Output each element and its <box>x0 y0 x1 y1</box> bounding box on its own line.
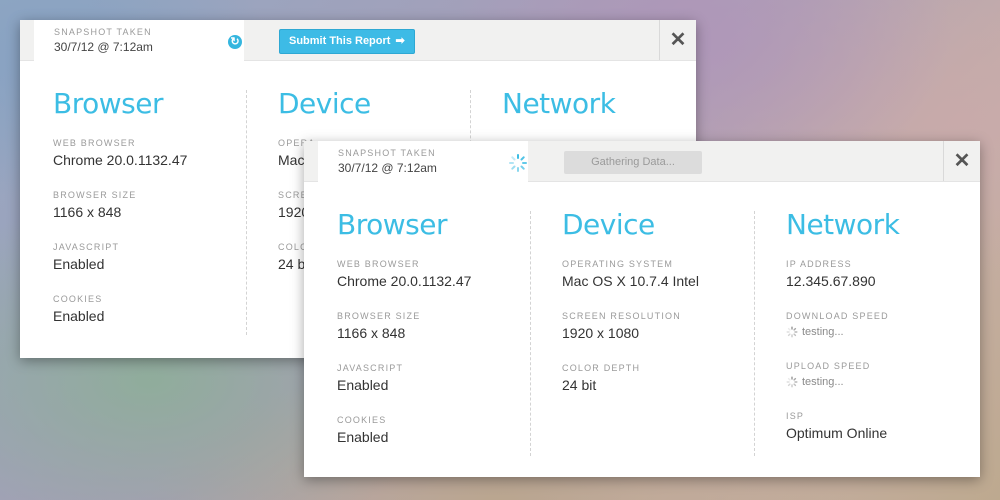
arrow-right-icon: ➡ <box>395 35 405 47</box>
field-value: Enabled <box>53 256 105 272</box>
field-label: WEB BROWSER <box>53 138 136 148</box>
submit-report-button[interactable]: Submit This Report ➡ <box>279 29 415 54</box>
field-browser-size: BROWSER SIZE 1166 x 848 <box>337 311 527 343</box>
field-screen-resolution: SCREEN RESOLUTION 1920 x 1080 <box>562 311 757 343</box>
field-value: Enabled <box>337 377 389 393</box>
field-color-depth: COLOR DEPTH 24 bit <box>562 363 757 395</box>
field-value: Enabled <box>337 429 389 445</box>
field-javascript: JAVASCRIPT Enabled <box>53 242 243 274</box>
field-value: Optimum Online <box>786 425 888 441</box>
spinner-icon <box>786 326 798 338</box>
field-value: 12.345.67.890 <box>786 273 876 289</box>
field-web-browser: WEB BROWSER Chrome 20.0.1132.47 <box>53 138 243 170</box>
field-label: IP ADDRESS <box>786 259 852 269</box>
field-upload-speed: UPLOAD SPEED testing... <box>786 361 981 391</box>
field-label: SCREEN RESOLUTION <box>562 311 681 321</box>
field-label: BROWSER SIZE <box>337 311 421 321</box>
upload-testing: testing... <box>786 373 981 391</box>
field-label: COOKIES <box>337 415 387 425</box>
download-testing: testing... <box>786 323 981 341</box>
submit-report-label: Submit This Report <box>289 35 391 47</box>
field-download-speed: DOWNLOAD SPEED testing... <box>786 311 981 341</box>
field-ip-address: IP ADDRESS 12.345.67.890 <box>786 259 981 291</box>
field-value: 1166 x 848 <box>53 204 122 220</box>
field-browser-size: BROWSER SIZE 1166 x 848 <box>53 190 243 222</box>
field-value: Enabled <box>53 308 105 324</box>
field-label: DOWNLOAD SPEED <box>786 311 889 321</box>
device-title: Device <box>562 208 655 241</box>
field-cookies: COOKIES Enabled <box>337 415 527 447</box>
spinner-icon <box>509 154 527 172</box>
field-label: COOKIES <box>53 294 103 304</box>
refresh-icon[interactable]: ↻ <box>228 35 242 49</box>
field-label: WEB BROWSER <box>337 259 420 269</box>
field-operating-system: OPERATING SYSTEM Mac OS X 10.7.4 Intel <box>562 259 757 291</box>
network-title: Network <box>786 208 900 241</box>
report-panel-front: SNAPSHOT TAKEN 30/7/12 @ 7:12am Gatherin… <box>304 141 980 477</box>
close-icon[interactable]: ✕ <box>659 20 696 60</box>
gathering-data-button: Gathering Data... <box>564 151 702 174</box>
field-label: COLOR DEPTH <box>562 363 641 373</box>
field-label: ISP <box>786 411 805 421</box>
snapshot-tab: SNAPSHOT TAKEN 30/7/12 @ 7:12am ↻ <box>34 20 244 61</box>
snapshot-label: SNAPSHOT TAKEN <box>338 148 436 158</box>
field-label: UPLOAD SPEED <box>786 361 871 371</box>
field-isp: ISP Optimum Online <box>786 411 981 443</box>
field-value: 24 bit <box>562 377 597 393</box>
field-label: BROWSER SIZE <box>53 190 137 200</box>
snapshot-tab: SNAPSHOT TAKEN 30/7/12 @ 7:12am <box>318 141 528 182</box>
device-title: Device <box>278 87 371 120</box>
field-value: Chrome 20.0.1132.47 <box>337 273 472 289</box>
panel-header: SNAPSHOT TAKEN 30/7/12 @ 7:12am ↻ Submit… <box>20 20 696 61</box>
snapshot-label: SNAPSHOT TAKEN <box>54 27 152 37</box>
network-column: Network IP ADDRESS 12.345.67.890 DOWNLOA… <box>754 211 981 456</box>
field-label: JAVASCRIPT <box>337 363 404 373</box>
device-column: Device OPERATING SYSTEM Mac OS X 10.7.4 … <box>530 211 757 456</box>
field-web-browser: WEB BROWSER Chrome 20.0.1132.47 <box>337 259 527 291</box>
snapshot-time: 30/7/12 @ 7:12am <box>338 161 437 175</box>
field-value: 1920 x 1080 <box>562 325 640 341</box>
testing-label: testing... <box>802 326 844 338</box>
browser-title: Browser <box>53 87 163 120</box>
snapshot-time: 30/7/12 @ 7:12am <box>54 40 153 54</box>
browser-title: Browser <box>337 208 447 241</box>
field-value: Mac OS X 10.7.4 Intel <box>562 273 699 289</box>
browser-column: Browser WEB BROWSER Chrome 20.0.1132.47 … <box>337 211 527 456</box>
info-columns: Browser WEB BROWSER Chrome 20.0.1132.47 … <box>304 211 980 456</box>
close-icon[interactable]: ✕ <box>943 141 980 181</box>
panel-header: SNAPSHOT TAKEN 30/7/12 @ 7:12am Gatherin… <box>304 141 980 182</box>
field-javascript: JAVASCRIPT Enabled <box>337 363 527 395</box>
field-value: 1166 x 848 <box>337 325 406 341</box>
field-cookies: COOKIES Enabled <box>53 294 243 326</box>
browser-column: Browser WEB BROWSER Chrome 20.0.1132.47 … <box>53 90 243 335</box>
testing-label: testing... <box>802 376 844 388</box>
field-label: JAVASCRIPT <box>53 242 120 252</box>
spinner-icon <box>786 376 798 388</box>
field-value: Chrome 20.0.1132.47 <box>53 152 188 168</box>
network-title: Network <box>502 87 616 120</box>
field-label: OPERATING SYSTEM <box>562 259 674 269</box>
